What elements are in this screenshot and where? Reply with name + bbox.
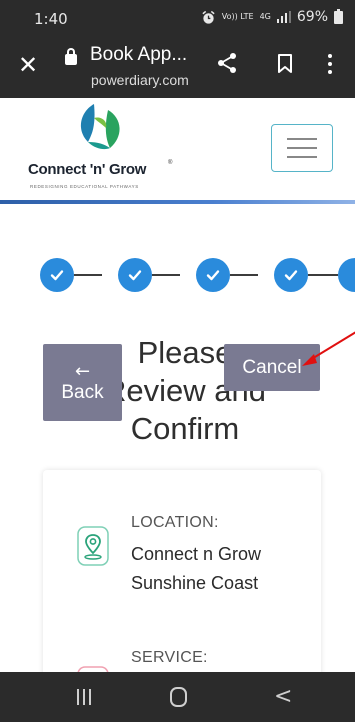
cancel-button-label: Cancel [242, 356, 302, 378]
share-icon[interactable] [216, 52, 238, 74]
header-divider [0, 200, 355, 204]
check-icon [50, 270, 64, 281]
hamburger-menu-button[interactable] [271, 124, 333, 172]
logo-mark-icon [80, 104, 120, 150]
hamburger-menu-icon [287, 138, 317, 140]
step-connector [74, 274, 102, 276]
progress-step-5 [338, 258, 355, 292]
back-icon[interactable]: < [274, 684, 292, 709]
logo-registered-mark: ® [168, 160, 173, 166]
status-bar: 1:40 Vo)) LTE 4G 69% [0, 0, 355, 36]
step-connector [230, 274, 258, 276]
progress-step-3 [196, 258, 230, 292]
browser-toolbar: ✕ Book App... powerdiary.com [0, 36, 355, 98]
page-title-tab[interactable]: Book App... [90, 44, 187, 66]
battery-percent: 69% [296, 9, 328, 25]
check-icon [128, 270, 142, 281]
signal-icon [276, 11, 291, 23]
bookmark-icon[interactable] [277, 54, 293, 74]
status-time: 1:40 [34, 10, 68, 28]
android-nav-bar: < [0, 672, 355, 722]
check-icon [206, 270, 220, 281]
arrow-left-icon: ← [74, 360, 91, 382]
service-label: SERVICE: [131, 649, 208, 666]
connect-n-grow-logo[interactable]: Connect 'n' Grow ® REDESIGNING EDUCATION… [28, 98, 174, 202]
annotation-arrow-icon [302, 331, 355, 366]
location-pin-icon [77, 526, 109, 566]
logo-text: Connect 'n' Grow [28, 161, 147, 178]
volte-indicator: Vo)) LTE [221, 12, 254, 21]
progress-step-2 [118, 258, 152, 292]
progress-step-4 [274, 258, 308, 292]
more-vert-icon[interactable] [328, 54, 332, 78]
home-icon[interactable] [170, 687, 187, 707]
battery-icon [334, 8, 343, 24]
step-connector [308, 274, 338, 276]
alarm-icon [202, 10, 215, 24]
location-value: Connect n Grow Sunshine Coast [131, 544, 262, 593]
close-icon[interactable]: ✕ [18, 53, 38, 77]
site-header: Connect 'n' Grow ® REDESIGNING EDUCATION… [0, 98, 355, 204]
back-button[interactable]: ← Back [43, 344, 122, 421]
status-icons: Vo)) LTE 4G 69% [201, 8, 343, 25]
location-label: LOCATION: [131, 514, 219, 531]
step-connector [152, 274, 180, 276]
back-button-label: Back [61, 381, 104, 403]
recents-icon[interactable] [77, 689, 91, 705]
check-icon [284, 270, 298, 281]
page-url[interactable]: powerdiary.com [91, 72, 189, 88]
progress-step-1 [40, 258, 74, 292]
lock-icon [65, 48, 77, 65]
logo-tagline: REDESIGNING EDUCATIONAL PATHWAYS [30, 184, 139, 189]
network-type: 4G [259, 12, 271, 21]
